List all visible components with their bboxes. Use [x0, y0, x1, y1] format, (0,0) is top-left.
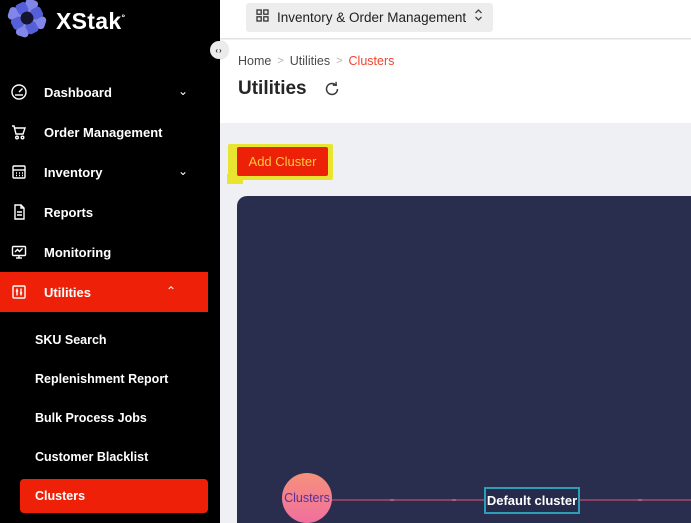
workspace-selector[interactable]: Inventory & Order Management [246, 3, 493, 32]
sidebar-item-dashboard[interactable]: Dashboard ⌄ [0, 72, 220, 112]
graph-root-node[interactable]: Clusters [282, 473, 332, 523]
grid-icon [256, 9, 269, 27]
gauge-icon [10, 83, 28, 101]
sidebar-item-utilities[interactable]: Utilities ⌃ [0, 272, 208, 312]
sidebar-item-label: Reports [44, 205, 93, 220]
submenu-item-bulk-process-jobs[interactable]: Bulk Process Jobs [0, 398, 220, 437]
sidebar-nav: Dashboard ⌄ Order Management Inventory ⌄ [0, 72, 220, 312]
sidebar-item-order-management[interactable]: Order Management [0, 112, 220, 152]
chevron-down-icon: ⌄ [178, 84, 188, 98]
graph-node-label: Default cluster [487, 493, 577, 508]
graph-root-node-label: Clusters [284, 491, 330, 505]
up-down-chevrons-icon [474, 8, 483, 27]
title-row: Utilities [238, 78, 341, 100]
breadcrumb: Home > Utilities > Clusters [238, 54, 394, 68]
inventory-icon [10, 163, 28, 181]
page-title: Utilities [238, 78, 307, 100]
breadcrumb-utilities[interactable]: Utilities [290, 54, 330, 68]
sidebar-item-inventory[interactable]: Inventory ⌄ [0, 152, 220, 192]
sidebar-item-monitoring[interactable]: Monitoring [0, 232, 220, 272]
breadcrumb-separator: > [277, 55, 283, 67]
submenu-item-label: Clusters [35, 489, 85, 503]
submenu-item-replenishment-report[interactable]: Replenishment Report [0, 359, 220, 398]
submenu-item-sku-search[interactable]: SKU Search [0, 320, 220, 359]
sliders-icon [10, 283, 28, 301]
cart-icon [10, 123, 28, 141]
brand-logo[interactable]: XStak° [0, 0, 220, 45]
submenu-active-pill: Clusters [20, 479, 208, 513]
utilities-submenu: SKU Search Replenishment Report Bulk Pro… [0, 312, 220, 515]
breadcrumb-separator: > [336, 55, 342, 67]
chevron-down-icon: ⌄ [178, 164, 188, 178]
page-header: Home > Utilities > Clusters Utilities [220, 40, 691, 123]
breadcrumb-home[interactable]: Home [238, 54, 271, 68]
submenu-item-clusters[interactable]: Clusters [0, 476, 220, 515]
submenu-item-label: Bulk Process Jobs [35, 411, 147, 425]
workspace-selector-label: Inventory & Order Management [277, 10, 466, 25]
chevron-up-icon: ⌃ [166, 284, 176, 298]
submenu-item-label: SKU Search [35, 333, 107, 347]
collapse-icon: ‹› [215, 46, 222, 55]
xstak-flower-icon [5, 0, 49, 45]
sidebar-item-label: Dashboard [44, 85, 112, 100]
add-cluster-button[interactable]: Add Cluster [237, 147, 328, 176]
sidebar-collapse-toggle[interactable]: ‹› [210, 41, 228, 59]
refresh-icon[interactable] [323, 80, 341, 98]
brand-name: XStak° [56, 8, 125, 35]
submenu-item-customer-blacklist[interactable]: Customer Blacklist [0, 437, 220, 476]
graph-default-cluster-node[interactable]: Default cluster [484, 487, 580, 514]
monitor-icon [10, 243, 28, 261]
report-icon [10, 203, 28, 221]
sidebar: XStak° Dashboard ⌄ Order Management [0, 0, 220, 523]
sidebar-item-reports[interactable]: Reports [0, 192, 220, 232]
sidebar-item-label: Utilities [44, 285, 91, 300]
submenu-item-label: Customer Blacklist [35, 450, 148, 464]
sidebar-item-label: Inventory [44, 165, 103, 180]
sidebar-item-label: Monitoring [44, 245, 111, 260]
topbar: Inventory & Order Management [220, 0, 691, 39]
sidebar-item-label: Order Management [44, 125, 162, 140]
cluster-graph-panel: Clusters Default cluster [237, 196, 691, 523]
breadcrumb-clusters: Clusters [349, 54, 395, 68]
submenu-item-label: Replenishment Report [35, 372, 168, 386]
